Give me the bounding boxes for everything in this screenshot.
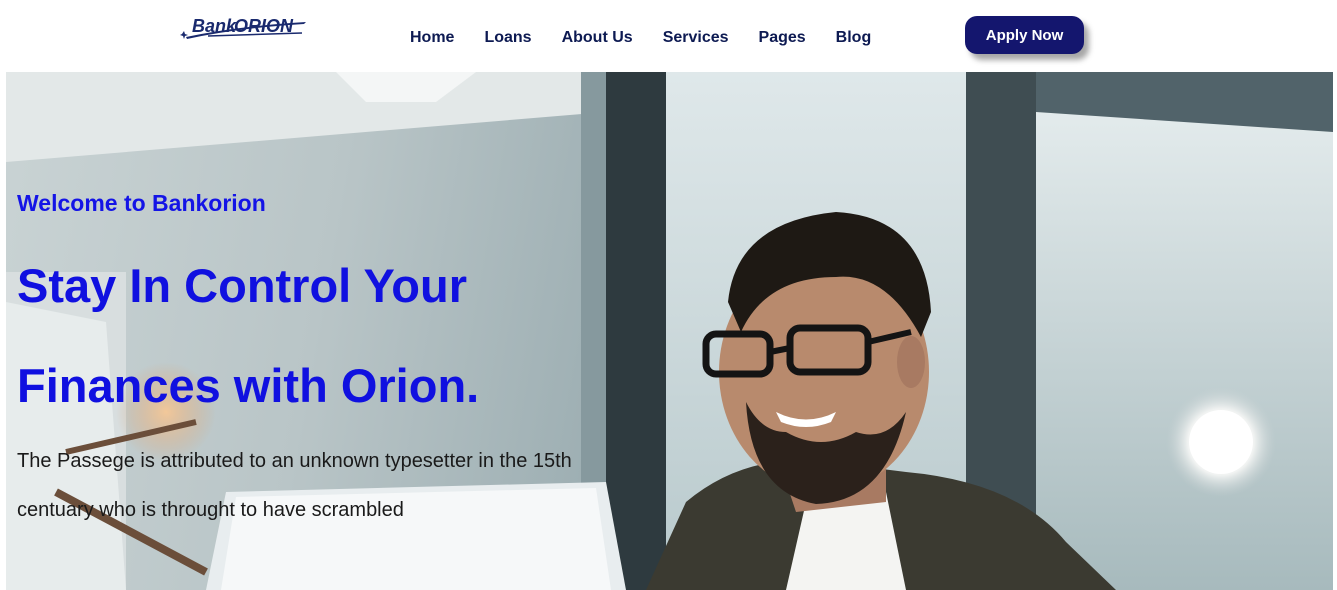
hero-description-line-2: centuary who is throught to have scrambl…	[17, 499, 404, 521]
nav-item-about-us[interactable]: About Us	[562, 28, 633, 48]
nav-item-pages[interactable]: Pages	[759, 28, 806, 48]
nav-item-blog[interactable]: Blog	[836, 28, 872, 48]
hero-headline-line-2: Finances with Orion.	[17, 359, 480, 412]
page: Bank ORION Home Loans About Us Services …	[0, 0, 1337, 590]
brand-logo[interactable]: Bank ORION	[178, 12, 313, 44]
nav-item-loans[interactable]: Loans	[484, 28, 531, 48]
hero-description-line-1: The Passege is attributed to an unknown …	[17, 450, 572, 472]
nav-item-home[interactable]: Home	[410, 28, 454, 48]
main-nav: Home Loans About Us Services Pages Blog	[410, 28, 871, 48]
nav-item-services[interactable]: Services	[663, 28, 729, 48]
apply-now-button[interactable]: Apply Now	[965, 16, 1084, 54]
svg-text:ORION: ORION	[234, 16, 294, 36]
logo-mark: Bank ORION	[180, 16, 306, 39]
svg-text:Bank: Bank	[192, 16, 237, 36]
hero-headline-line-1: Stay In Control Your	[17, 259, 468, 312]
hero-welcome-text: Welcome to Bankorion	[17, 190, 266, 216]
hero-section: Welcome to Bankorion Stay In Control You…	[6, 72, 1333, 590]
site-header: Bank ORION Home Loans About Us Services …	[0, 0, 1337, 72]
